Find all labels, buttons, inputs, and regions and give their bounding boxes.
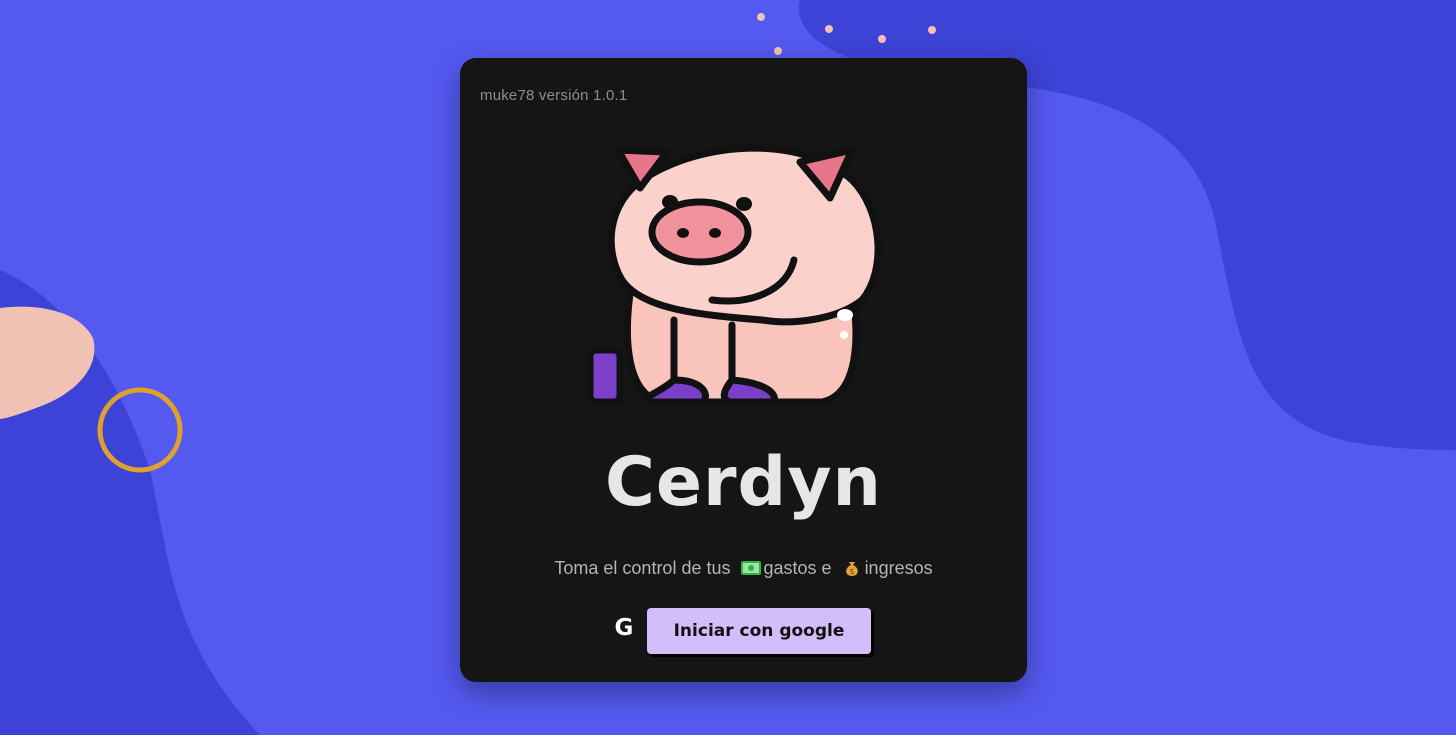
svg-text:$: $ [849, 567, 854, 576]
login-card: muke78 versión 1.0.1 Cerdyn Toma el cont… [460, 58, 1027, 682]
tagline: Toma el control de tus gastos e $ ingres… [460, 558, 1027, 579]
money-bill-icon [740, 561, 761, 575]
version-label: muke78 versión 1.0.1 [480, 87, 628, 104]
google-login-button[interactable]: Iniciar con google [647, 608, 871, 654]
tagline-text-1: Toma el control de tus [554, 558, 731, 578]
tagline-text-2: gastos e [763, 558, 832, 578]
google-icon: G [614, 615, 634, 641]
money-bag-icon: $ [845, 562, 858, 576]
pig-mascot-icon [586, 144, 882, 406]
app-title: Cerdyn [605, 443, 882, 522]
tagline-text-3: ingresos [864, 558, 933, 578]
